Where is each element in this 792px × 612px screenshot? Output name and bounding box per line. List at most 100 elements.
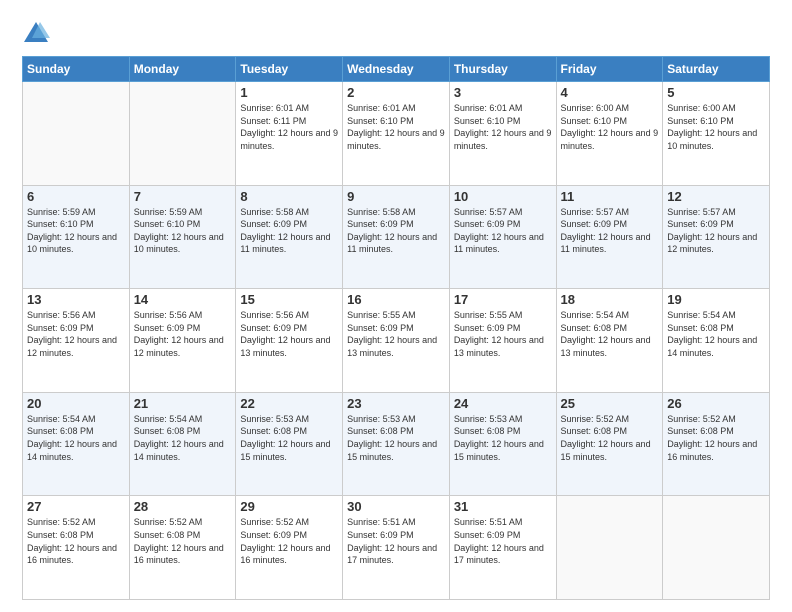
day-info: Sunrise: 5:51 AM Sunset: 6:09 PM Dayligh…: [454, 516, 552, 566]
day-number: 29: [240, 499, 338, 514]
calendar-cell: 1Sunrise: 6:01 AM Sunset: 6:11 PM Daylig…: [236, 82, 343, 186]
calendar-cell: 21 Sunrise: 5:54 AM Sunset: 6:08 PM Dayli…: [129, 392, 236, 496]
day-number: 26: [667, 396, 765, 411]
calendar-cell: [23, 82, 130, 186]
calendar-week-4: 20 Sunrise: 5:54 AM Sunset: 6:08 PM Dayli…: [23, 392, 770, 496]
day-info: Sunrise: 5:56 AM Sunset: 6:09 PM Dayligh…: [134, 309, 232, 359]
day-header-wednesday: Wednesday: [343, 57, 450, 82]
calendar-cell: 11Sunrise: 5:57 AM Sunset: 6:09 PM Dayli…: [556, 185, 663, 289]
calendar-cell: 15Sunrise: 5:56 AM Sunset: 6:09 PM Dayli…: [236, 289, 343, 393]
day-info: Sunrise: 5:53 AM Sunset: 6:08 PM Dayligh…: [454, 413, 552, 463]
day-info: Sunrise: 5:52 AM Sunset: 6:08 PM Dayligh…: [27, 516, 125, 566]
calendar-cell: 4 Sunrise: 6:00 AM Sunset: 6:10 PM Daylig…: [556, 82, 663, 186]
day-number: 19: [667, 292, 765, 307]
calendar-cell: 24 Sunrise: 5:53 AM Sunset: 6:08 PM Dayli…: [449, 392, 556, 496]
day-number: 9: [347, 189, 445, 204]
day-number: 22: [240, 396, 338, 411]
day-info: Sunrise: 5:52 AM Sunset: 6:08 PM Dayligh…: [134, 516, 232, 566]
day-header-sunday: Sunday: [23, 57, 130, 82]
day-number: 17: [454, 292, 552, 307]
day-info: Sunrise: 5:57 AM Sunset: 6:09 PM Dayligh…: [454, 206, 552, 256]
logo: [22, 18, 54, 46]
day-number: 21: [134, 396, 232, 411]
day-info: Sunrise: 5:52 AM Sunset: 6:08 PM Dayligh…: [561, 413, 659, 463]
header: [22, 18, 770, 46]
calendar-cell: 29 Sunrise: 5:52 AM Sunset: 6:09 PM Dayli…: [236, 496, 343, 600]
calendar-cell: 12Sunrise: 5:57 AM Sunset: 6:09 PM Dayli…: [663, 185, 770, 289]
calendar-cell: 28 Sunrise: 5:52 AM Sunset: 6:08 PM Dayli…: [129, 496, 236, 600]
day-info: Sunrise: 5:52 AM Sunset: 6:09 PM Dayligh…: [240, 516, 338, 566]
day-info: Sunrise: 5:58 AM Sunset: 6:09 PM Dayligh…: [347, 206, 445, 256]
calendar-cell: [129, 82, 236, 186]
day-number: 24: [454, 396, 552, 411]
calendar-cell: 14 Sunrise: 5:56 AM Sunset: 6:09 PM Dayli…: [129, 289, 236, 393]
day-number: 3: [454, 85, 552, 100]
day-info: Sunrise: 5:56 AM Sunset: 6:09 PM Dayligh…: [27, 309, 125, 359]
day-info: Sunrise: 6:00 AM Sunset: 6:10 PM Dayligh…: [561, 102, 659, 152]
calendar-cell: 2 Sunrise: 6:01 AM Sunset: 6:10 PM Daylig…: [343, 82, 450, 186]
calendar-week-1: 1Sunrise: 6:01 AM Sunset: 6:11 PM Daylig…: [23, 82, 770, 186]
day-info: Sunrise: 5:54 AM Sunset: 6:08 PM Dayligh…: [134, 413, 232, 463]
day-number: 27: [27, 499, 125, 514]
calendar-week-5: 27 Sunrise: 5:52 AM Sunset: 6:08 PM Dayli…: [23, 496, 770, 600]
day-number: 31: [454, 499, 552, 514]
day-number: 7: [134, 189, 232, 204]
day-info: Sunrise: 6:01 AM Sunset: 6:10 PM Dayligh…: [347, 102, 445, 152]
day-info: Sunrise: 5:59 AM Sunset: 6:10 PM Dayligh…: [134, 206, 232, 256]
calendar-cell: 31 Sunrise: 5:51 AM Sunset: 6:09 PM Dayli…: [449, 496, 556, 600]
day-info: Sunrise: 5:53 AM Sunset: 6:08 PM Dayligh…: [240, 413, 338, 463]
calendar-cell: 19 Sunrise: 5:54 AM Sunset: 6:08 PM Dayli…: [663, 289, 770, 393]
day-info: Sunrise: 5:53 AM Sunset: 6:08 PM Dayligh…: [347, 413, 445, 463]
day-info: Sunrise: 5:54 AM Sunset: 6:08 PM Dayligh…: [27, 413, 125, 463]
day-number: 10: [454, 189, 552, 204]
calendar-cell: 10 Sunrise: 5:57 AM Sunset: 6:09 PM Dayli…: [449, 185, 556, 289]
day-number: 2: [347, 85, 445, 100]
calendar-cell: 25Sunrise: 5:52 AM Sunset: 6:08 PM Dayli…: [556, 392, 663, 496]
calendar-cell: 26 Sunrise: 5:52 AM Sunset: 6:08 PM Dayli…: [663, 392, 770, 496]
calendar-header-row: SundayMondayTuesdayWednesdayThursdayFrid…: [23, 57, 770, 82]
calendar-cell: 27 Sunrise: 5:52 AM Sunset: 6:08 PM Dayli…: [23, 496, 130, 600]
day-info: Sunrise: 5:55 AM Sunset: 6:09 PM Dayligh…: [347, 309, 445, 359]
day-info: Sunrise: 5:51 AM Sunset: 6:09 PM Dayligh…: [347, 516, 445, 566]
day-number: 1: [240, 85, 338, 100]
calendar-cell: 17Sunrise: 5:55 AM Sunset: 6:09 PM Dayli…: [449, 289, 556, 393]
calendar-week-3: 13 Sunrise: 5:56 AM Sunset: 6:09 PM Dayli…: [23, 289, 770, 393]
day-info: Sunrise: 6:00 AM Sunset: 6:10 PM Dayligh…: [667, 102, 765, 152]
calendar-cell: 22 Sunrise: 5:53 AM Sunset: 6:08 PM Dayli…: [236, 392, 343, 496]
day-number: 14: [134, 292, 232, 307]
day-info: Sunrise: 5:54 AM Sunset: 6:08 PM Dayligh…: [561, 309, 659, 359]
day-info: Sunrise: 6:01 AM Sunset: 6:10 PM Dayligh…: [454, 102, 552, 152]
day-number: 4: [561, 85, 659, 100]
day-number: 20: [27, 396, 125, 411]
day-number: 8: [240, 189, 338, 204]
calendar-cell: 23Sunrise: 5:53 AM Sunset: 6:08 PM Dayli…: [343, 392, 450, 496]
calendar-week-2: 6Sunrise: 5:59 AM Sunset: 6:10 PM Daylig…: [23, 185, 770, 289]
day-info: Sunrise: 5:52 AM Sunset: 6:08 PM Dayligh…: [667, 413, 765, 463]
day-info: Sunrise: 5:54 AM Sunset: 6:08 PM Dayligh…: [667, 309, 765, 359]
calendar-cell: 8 Sunrise: 5:58 AM Sunset: 6:09 PM Daylig…: [236, 185, 343, 289]
calendar-cell: 9 Sunrise: 5:58 AM Sunset: 6:09 PM Daylig…: [343, 185, 450, 289]
calendar-cell: 20 Sunrise: 5:54 AM Sunset: 6:08 PM Dayli…: [23, 392, 130, 496]
calendar-cell: 3 Sunrise: 6:01 AM Sunset: 6:10 PM Daylig…: [449, 82, 556, 186]
day-number: 12: [667, 189, 765, 204]
day-number: 28: [134, 499, 232, 514]
calendar-cell: 30 Sunrise: 5:51 AM Sunset: 6:09 PM Dayli…: [343, 496, 450, 600]
day-header-thursday: Thursday: [449, 57, 556, 82]
day-number: 13: [27, 292, 125, 307]
calendar: SundayMondayTuesdayWednesdayThursdayFrid…: [22, 56, 770, 600]
calendar-cell: [556, 496, 663, 600]
day-info: Sunrise: 5:58 AM Sunset: 6:09 PM Dayligh…: [240, 206, 338, 256]
day-number: 18: [561, 292, 659, 307]
day-header-tuesday: Tuesday: [236, 57, 343, 82]
day-header-saturday: Saturday: [663, 57, 770, 82]
logo-icon: [22, 18, 50, 46]
day-info: Sunrise: 5:59 AM Sunset: 6:10 PM Dayligh…: [27, 206, 125, 256]
calendar-cell: 18 Sunrise: 5:54 AM Sunset: 6:08 PM Dayli…: [556, 289, 663, 393]
calendar-cell: 6Sunrise: 5:59 AM Sunset: 6:10 PM Daylig…: [23, 185, 130, 289]
calendar-cell: 5Sunrise: 6:00 AM Sunset: 6:10 PM Daylig…: [663, 82, 770, 186]
calendar-cell: [663, 496, 770, 600]
day-header-monday: Monday: [129, 57, 236, 82]
day-number: 30: [347, 499, 445, 514]
day-info: Sunrise: 5:56 AM Sunset: 6:09 PM Dayligh…: [240, 309, 338, 359]
calendar-cell: 7 Sunrise: 5:59 AM Sunset: 6:10 PM Daylig…: [129, 185, 236, 289]
